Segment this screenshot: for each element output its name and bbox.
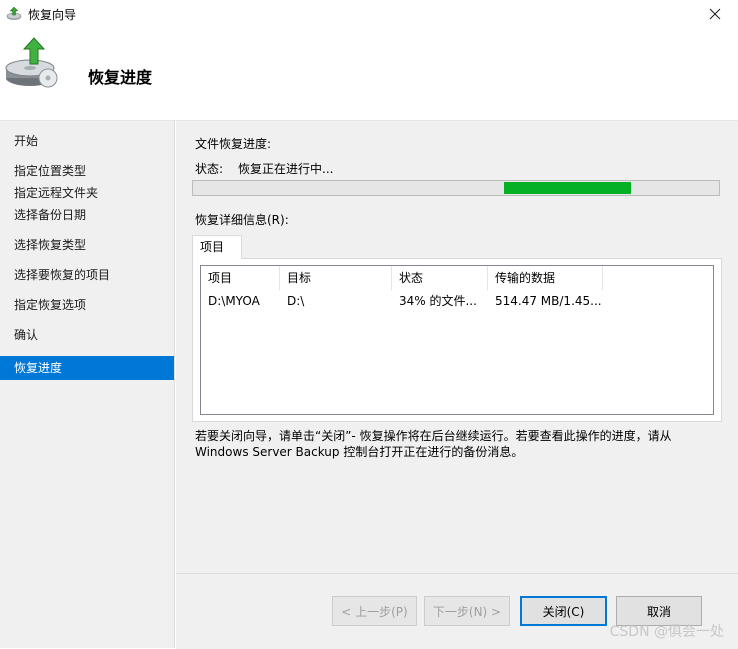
sidebar-item-start[interactable]: 开始 (0, 129, 174, 153)
wizard-steps-sidebar: 开始 指定位置类型 指定远程文件夹 选择备份日期 选择恢复类型 选择要恢复的项目… (0, 121, 175, 648)
close-button[interactable]: 关闭(C) (520, 596, 607, 626)
title-bar: 恢复向导 (0, 0, 738, 28)
sidebar-item-remote-folder[interactable]: 指定远程文件夹 (0, 181, 174, 205)
cell-target: D:\ (287, 294, 305, 308)
list-header: 项目 目标 状态 传输的数据 (201, 266, 603, 290)
sidebar-item-location-type[interactable]: 指定位置类型 (0, 159, 174, 183)
column-header-data-transferred[interactable]: 传输的数据 (488, 266, 603, 290)
recovery-items-list[interactable]: 项目 目标 状态 传输的数据 D:\MYOA D:\ 34% 的文件... 51… (200, 265, 714, 415)
column-header-target[interactable]: 目标 (280, 266, 392, 290)
cell-item: D:\MYOA (208, 294, 260, 308)
next-button[interactable]: 下一步(N) > (424, 596, 510, 626)
column-header-item[interactable]: 项目 (201, 266, 280, 290)
details-label: 恢复详细信息(R): (195, 213, 289, 227)
restore-wizard-icon (6, 6, 22, 20)
previous-button[interactable]: < 上一步(P) (332, 596, 417, 626)
sidebar-item-items-to-recover[interactable]: 选择要恢复的项目 (0, 263, 174, 287)
page-heading: 恢复进度 (88, 68, 153, 87)
file-progress-label: 文件恢复进度: (195, 137, 272, 151)
close-icon (709, 8, 721, 20)
progress-bar-fill (504, 182, 631, 194)
sidebar-item-recovery-options[interactable]: 指定恢复选项 (0, 293, 174, 317)
sidebar-item-recovery-type[interactable]: 选择恢复类型 (0, 233, 174, 257)
cell-data-transferred: 514.47 MB/1.45... (495, 294, 602, 308)
sidebar-item-backup-date[interactable]: 选择备份日期 (0, 203, 174, 227)
status-label: 状态: (195, 162, 224, 176)
cell-status: 34% 的文件... (399, 294, 477, 308)
column-header-status[interactable]: 状态 (392, 266, 488, 290)
close-notice: 若要关闭向导，请单击“关闭”- 恢复操作将在后台继续运行。若要查看此操作的进度，… (195, 428, 695, 460)
sidebar-item-recovery-progress[interactable]: 恢复进度 (0, 356, 174, 380)
close-window-button[interactable] (692, 0, 738, 28)
wizard-header: 恢复进度 (0, 28, 738, 121)
notice-line-1: 若要关闭向导，请单击“关闭”- 恢复操作将在后台继续运行。若要查看此操作的进度，… (195, 429, 672, 443)
table-row[interactable]: D:\MYOA D:\ 34% 的文件... 514.47 MB/1.45... (201, 290, 603, 312)
status-value: 恢复正在进行中... (238, 162, 334, 176)
sidebar-item-confirm[interactable]: 确认 (0, 323, 174, 347)
recovery-progress-bar (192, 180, 720, 196)
backup-restore-disk-icon (5, 37, 58, 88)
window-title: 恢复向导 (28, 8, 77, 22)
watermark: CSDN @俱会一处 (609, 624, 724, 640)
notice-line-2: Windows Server Backup 控制台打开正在进行的备份消息。 (195, 445, 524, 459)
tab-items[interactable]: 项目 (192, 235, 242, 259)
